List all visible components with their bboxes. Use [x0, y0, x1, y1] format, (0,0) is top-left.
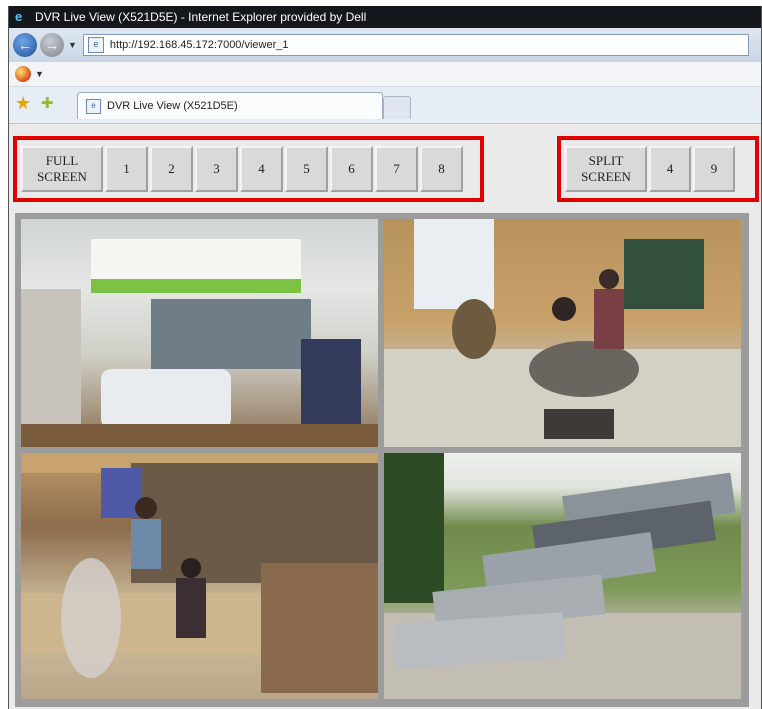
forward-button[interactable]: →: [40, 33, 64, 57]
full-screen-button[interactable]: FULL SCREEN: [21, 146, 103, 192]
camera-feed-1[interactable]: [21, 219, 378, 447]
channel-2-button[interactable]: 2: [150, 146, 193, 192]
navigation-bar: ← → ▼ e http://192.168.45.172:7000/viewe…: [9, 28, 761, 62]
browser-window: e DVR Live View (X521D5E) - Internet Exp…: [8, 6, 762, 709]
back-button[interactable]: ←: [13, 33, 37, 57]
history-dropdown-icon[interactable]: ▼: [68, 40, 77, 50]
page-icon: e: [87, 37, 104, 53]
tab-row: ★ ✚ e DVR Live View (X521D5E): [9, 87, 761, 124]
camera-feed-3[interactable]: [21, 453, 378, 699]
full-screen-label: FULL SCREEN: [37, 153, 87, 184]
tab-dvr-live-view[interactable]: e DVR Live View (X521D5E): [77, 92, 383, 119]
channel-4-button[interactable]: 4: [240, 146, 283, 192]
viewer-content: FULL SCREEN 1 2 3 4 5 6 7 8 SPLIT SCREEN 4…: [9, 124, 761, 709]
add-favorite-icon[interactable]: ✚: [41, 94, 54, 112]
camera-feed-2[interactable]: [384, 219, 741, 447]
channel-3-button[interactable]: 3: [195, 146, 238, 192]
ie-logo-icon: e: [15, 9, 23, 24]
address-bar[interactable]: e http://192.168.45.172:7000/viewer_1: [82, 34, 749, 56]
channel-1-button[interactable]: 1: [105, 146, 148, 192]
toolbar-row: ▼: [9, 62, 761, 87]
camera-4-image: [384, 453, 741, 699]
split-button-group: SPLIT SCREEN 4 9: [557, 136, 759, 202]
tab-page-icon: e: [86, 98, 101, 114]
split-4-button[interactable]: 4: [649, 146, 691, 192]
window-title: DVR Live View (X521D5E) - Internet Explo…: [35, 10, 367, 24]
toolbar-search-icon[interactable]: [15, 66, 31, 82]
channel-button-group: FULL SCREEN 1 2 3 4 5 6 7 8: [13, 136, 484, 202]
channel-5-button[interactable]: 5: [285, 146, 328, 192]
new-tab-button[interactable]: [383, 96, 411, 119]
tab-label: DVR Live View (X521D5E): [107, 100, 238, 112]
camera-feed-4[interactable]: [384, 453, 741, 699]
address-text: http://192.168.45.172:7000/viewer_1: [109, 39, 289, 51]
split-9-button[interactable]: 9: [693, 146, 735, 192]
channel-7-button[interactable]: 7: [375, 146, 418, 192]
favorites-star-icon[interactable]: ★: [15, 93, 31, 114]
camera-grid: [15, 213, 749, 707]
channel-8-button[interactable]: 8: [420, 146, 463, 192]
split-screen-button[interactable]: SPLIT SCREEN: [565, 146, 647, 192]
camera-2-image: [384, 219, 741, 447]
camera-1-image: [21, 239, 378, 447]
toolbar-dropdown-icon[interactable]: ▼: [35, 69, 44, 79]
camera-3-image: [21, 453, 378, 693]
channel-6-button[interactable]: 6: [330, 146, 373, 192]
split-screen-label: SPLIT SCREEN: [581, 153, 631, 184]
title-bar: e DVR Live View (X521D5E) - Internet Exp…: [9, 6, 761, 28]
